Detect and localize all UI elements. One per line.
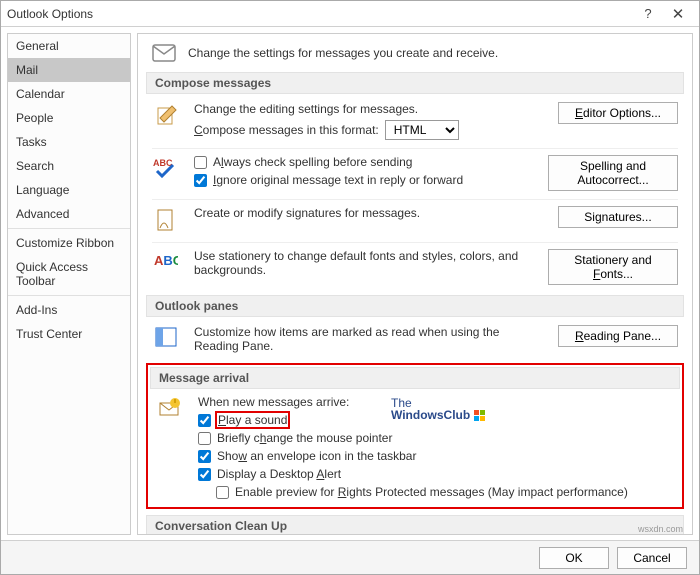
content-panel: Change the settings for messages you cre…: [137, 33, 693, 535]
display-desktop-alert-checkbox[interactable]: Display a Desktop Alert: [198, 467, 674, 481]
cancel-button[interactable]: Cancel: [617, 547, 687, 569]
bell-envelope-icon: [156, 395, 184, 419]
sidebar-item-trust-center[interactable]: Trust Center: [8, 322, 130, 346]
sidebar-separator: [8, 295, 130, 296]
reading-pane-icon: [152, 325, 180, 347]
signatures-button[interactable]: Signatures...: [558, 206, 678, 228]
sidebar-item-calendar[interactable]: Calendar: [8, 82, 130, 106]
section-compose-header: Compose messages: [146, 72, 684, 94]
sidebar-item-general[interactable]: General: [8, 34, 130, 58]
dialog-footer: OK Cancel: [1, 540, 699, 574]
message-arrival-highlight: Message arrival When new messages arrive…: [146, 363, 684, 509]
stationery-desc: Use stationery to change default fonts a…: [194, 249, 534, 277]
help-button[interactable]: ?: [633, 3, 663, 25]
editor-options-button[interactable]: Editor Options...: [558, 102, 678, 124]
reading-pane-button[interactable]: Reading Pane...: [558, 325, 678, 347]
spelling-autocorrect-button[interactable]: Spelling and Autocorrect...: [548, 155, 678, 191]
compose-format-row: Compose messages in this format: HTML: [194, 120, 534, 140]
section-panes-header: Outlook panes: [146, 295, 684, 317]
reading-pane-row: Customize how items are marked as read w…: [152, 323, 678, 355]
title-bar: Outlook Options ? ✕: [1, 1, 699, 27]
show-envelope-checkbox[interactable]: Show an envelope icon in the taskbar: [198, 449, 674, 463]
section-arrival-header: Message arrival: [150, 367, 680, 389]
ok-button[interactable]: OK: [539, 547, 609, 569]
enable-preview-rights-checkbox[interactable]: Enable preview for Rights Protected mess…: [216, 485, 674, 499]
sidebar-separator: [8, 228, 130, 229]
sidebar-item-people[interactable]: People: [8, 106, 130, 130]
watermark-text: wsxdn.com: [638, 524, 683, 534]
section-cleanup-header: Conversation Clean Up: [146, 515, 684, 535]
sidebar-item-customize-ribbon[interactable]: Customize Ribbon: [8, 231, 130, 255]
compose-editing-row: Change the editing settings for messages…: [152, 100, 678, 142]
ignore-original-text-checkbox[interactable]: Ignore original message text in reply or…: [194, 173, 534, 187]
compose-signatures-row: Create or modify signatures for messages…: [152, 199, 678, 236]
section-panes-body: Customize how items are marked as read w…: [146, 323, 684, 363]
compose-spelling-row: ABC Always check spelling before sending…: [152, 148, 678, 193]
main-area: General Mail Calendar People Tasks Searc…: [1, 27, 699, 535]
always-check-spelling-checkbox[interactable]: Always check spelling before sending: [194, 155, 534, 169]
intro-text: Change the settings for messages you cre…: [188, 46, 498, 60]
section-compose-body: Change the editing settings for messages…: [146, 100, 684, 295]
close-button[interactable]: ✕: [663, 3, 693, 25]
envelope-icon: [152, 44, 176, 62]
sidebar-item-quick-access[interactable]: Quick Access Toolbar: [8, 255, 130, 293]
svg-text:ABC: ABC: [154, 253, 178, 268]
briefly-change-pointer-checkbox[interactable]: Briefly change the mouse pointer: [198, 431, 674, 445]
stationery-icon: ABC: [152, 249, 180, 271]
signatures-desc: Create or modify signatures for messages…: [194, 206, 534, 220]
sidebar-item-mail[interactable]: Mail: [8, 58, 130, 82]
abc-check-icon: ABC: [152, 155, 180, 179]
window-title: Outlook Options: [7, 7, 633, 21]
compose-stationery-row: ABC Use stationery to change default fon…: [152, 242, 678, 287]
sidebar-item-addins[interactable]: Add-Ins: [8, 298, 130, 322]
editing-icon: [152, 102, 180, 128]
signature-icon: [152, 206, 180, 234]
stationery-fonts-button[interactable]: Stationery and Fonts...: [548, 249, 678, 285]
sidebar-item-tasks[interactable]: Tasks: [8, 130, 130, 154]
compose-format-select[interactable]: HTML: [385, 120, 459, 140]
sidebar: General Mail Calendar People Tasks Searc…: [7, 33, 131, 535]
intro-row: Change the settings for messages you cre…: [146, 40, 684, 72]
sidebar-item-language[interactable]: Language: [8, 178, 130, 202]
panes-desc: Customize how items are marked as read w…: [194, 325, 534, 353]
editing-desc: Change the editing settings for messages…: [194, 102, 534, 116]
windowsclub-logo: The WindowsClub: [391, 397, 486, 422]
sidebar-item-search[interactable]: Search: [8, 154, 130, 178]
sidebar-item-advanced[interactable]: Advanced: [8, 202, 130, 226]
